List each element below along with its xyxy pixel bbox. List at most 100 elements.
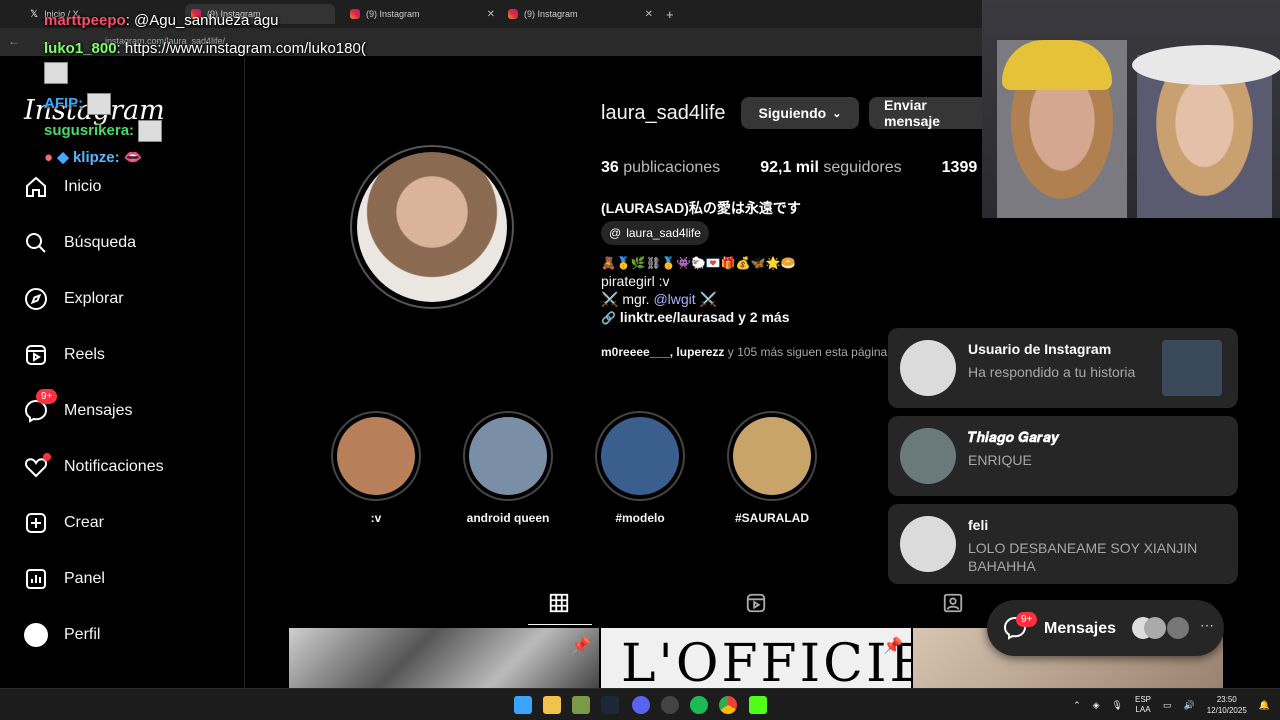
sidebar-item-crear[interactable]: Crear: [24, 511, 104, 535]
kick-icon[interactable]: [749, 696, 767, 714]
post-thumbnail[interactable]: 📌: [289, 628, 599, 688]
story-highlight[interactable]: #SAURALAD: [727, 411, 817, 525]
followers-stat[interactable]: 92,1 mil seguidores: [760, 159, 901, 177]
chat-emote: [87, 93, 112, 115]
discord-icon[interactable]: [632, 696, 650, 714]
notification-card[interactable]: feli LOLO DESBANEAME SOY XIANJIN BAHAHHA: [888, 504, 1238, 584]
story-highlight[interactable]: #modelo: [595, 411, 685, 525]
minecraft-icon[interactable]: [572, 696, 590, 714]
instagram-favicon-icon: [350, 9, 360, 19]
bio-line: ⚔️ mgr. @lwgit ⚔️: [601, 291, 717, 307]
sidebar-item-perfil[interactable]: Perfil: [24, 623, 100, 647]
bio-link[interactable]: 🔗 linktr.ee/laurasad y 2 más: [601, 308, 796, 327]
tab-posts[interactable]: [548, 592, 572, 616]
messages-pill[interactable]: 9+ Mensajes ⋯: [987, 600, 1224, 656]
obs-icon[interactable]: [661, 696, 679, 714]
close-tab-icon[interactable]: ✕: [487, 9, 495, 20]
highlight-cover: [733, 417, 811, 495]
back-arrow-icon[interactable]: ←: [8, 34, 20, 48]
chrome-icon[interactable]: [719, 696, 737, 714]
network-icon[interactable]: ▭: [1163, 700, 1172, 711]
steam-icon[interactable]: [601, 696, 619, 714]
highlight-ring: [463, 411, 553, 501]
sidebar-item-label: Mensajes: [64, 402, 133, 419]
send-message-label: Enviar mensaje: [884, 97, 941, 129]
sidebar-item-reels[interactable]: Reels: [24, 343, 105, 367]
tab-tagged[interactable]: [942, 592, 966, 616]
sidebar-item-mensajes[interactable]: 9+ Mensajes: [24, 389, 133, 423]
chevron-up-icon[interactable]: ⌃: [1073, 700, 1081, 711]
tab-reels[interactable]: [745, 592, 769, 616]
chat-avatar: [44, 62, 68, 84]
sidebar-item-panel[interactable]: Panel: [24, 567, 105, 591]
notification-dot: [43, 453, 51, 461]
sidebar-item-label: Perfil: [64, 626, 101, 643]
microphone-icon[interactable]: 🎙: [1112, 700, 1123, 711]
following-label: Siguiendo: [758, 105, 827, 121]
chat-message: ● ◆ klipze: 👄: [44, 148, 143, 166]
notification-card[interactable]: Usuario de Instagram Ha respondido a tu …: [888, 328, 1238, 408]
notification-card[interactable]: 𝑻𝒉𝒊𝒂𝒈𝒐 𝑮𝒂𝒓𝒂𝒚 ENRIQUE: [888, 416, 1238, 496]
notification-name: Usuario de Instagram: [968, 341, 1112, 357]
notification-name: feli: [968, 517, 989, 533]
sidebar-item-inicio[interactable]: Inicio: [24, 175, 101, 199]
story-thumbnail: [1162, 340, 1222, 396]
active-tab-indicator: [528, 624, 592, 625]
windows-taskbar: ⌃ ◈ 🎙 ESP LAA ▭ 🔊 23:50 12/10/2025 🔔: [0, 688, 1280, 720]
sidebar-item-notificaciones[interactable]: Notificaciones: [24, 453, 164, 479]
threads-badge[interactable]: @ laura_sad4life: [601, 221, 709, 245]
browser-tab-instagram[interactable]: (9) Instagram ✕: [350, 4, 495, 24]
bio-mention-link[interactable]: @lwgit: [653, 291, 695, 307]
story-highlight[interactable]: android queen: [463, 411, 553, 525]
shield-icon[interactable]: ◈: [1093, 700, 1100, 711]
highlight-cover: [469, 417, 547, 495]
bio-line: pirategirl :v: [601, 273, 670, 289]
chat-text: : https://www.instagram.com/luko180(: [116, 40, 366, 57]
clock[interactable]: 23:50 12/10/2025: [1207, 694, 1247, 716]
browser-tab-instagram[interactable]: (9) Instagram ✕: [508, 4, 653, 24]
profile-stats: 36 publicaciones 92,1 mil seguidores 139…: [601, 159, 990, 177]
new-tab-icon[interactable]: +: [666, 4, 678, 24]
story-highlight[interactable]: :v: [331, 411, 421, 525]
sidebar-item-explorar[interactable]: Explorar: [24, 287, 124, 311]
send-message-button[interactable]: Enviar mensaje: [869, 97, 982, 129]
notification-text: Ha respondido a tu historia: [968, 364, 1136, 380]
chat-username: marttpeepo: [44, 12, 126, 29]
notification-name: 𝑻𝒉𝒊𝒂𝒈𝒐 𝑮𝒂𝒓𝒂𝒚: [968, 429, 1060, 445]
dashboard-icon: [24, 567, 48, 591]
sidebar-item-label: Inicio: [64, 178, 102, 195]
file-explorer-icon[interactable]: [543, 696, 561, 714]
post-thumbnail[interactable]: L'OFFICIEL 📌: [601, 628, 911, 688]
sidebar-item-busqueda[interactable]: Búsqueda: [24, 231, 136, 255]
posts-stat[interactable]: 36 publicaciones: [601, 159, 720, 177]
profile-avatar-ring[interactable]: [350, 145, 514, 309]
chat-emote: [138, 120, 163, 142]
notification-text: ENRIQUE: [968, 452, 1032, 468]
avatar: [900, 428, 956, 484]
chat-username: sugusrikera:: [44, 121, 135, 139]
avatar: [1144, 617, 1166, 639]
language-indicator[interactable]: ESP LAA: [1135, 695, 1151, 715]
plus-square-icon: [24, 511, 48, 535]
avatar: [900, 340, 956, 396]
white-cowboy-hat: [1132, 45, 1280, 85]
spotify-icon[interactable]: [690, 696, 708, 714]
grid-icon: [548, 593, 570, 618]
webcam-overlay: [982, 0, 1280, 218]
highlight-ring: [331, 411, 421, 501]
chat-badge-icon: ●: [44, 149, 54, 166]
volume-icon[interactable]: 🔊: [1184, 700, 1195, 711]
followed-by-text[interactable]: m0reeee___, luperezz y 105 más siguen es…: [601, 345, 887, 359]
link-icon: 🔗: [601, 311, 616, 325]
lips-emote-icon: 👄: [123, 149, 143, 166]
notification-bell-icon[interactable]: 🔔: [1259, 700, 1270, 711]
bio-link-text[interactable]: linktr.ee/laurasad y 2 más: [620, 309, 790, 325]
chat-message: AFIP:: [44, 93, 112, 115]
following-button[interactable]: Siguiendo ⌄: [741, 97, 859, 129]
pin-icon: 📌: [571, 638, 591, 655]
close-tab-icon[interactable]: ✕: [645, 9, 653, 20]
windows-start-icon[interactable]: [514, 696, 532, 714]
avatar: [900, 516, 956, 572]
followed-by-names[interactable]: m0reeee___, luperezz: [601, 345, 724, 359]
bio-emoji-line: 🧸🥇🌿⛓🥇👾🐑💌🎁💰🦋🌟🥯: [601, 256, 796, 270]
